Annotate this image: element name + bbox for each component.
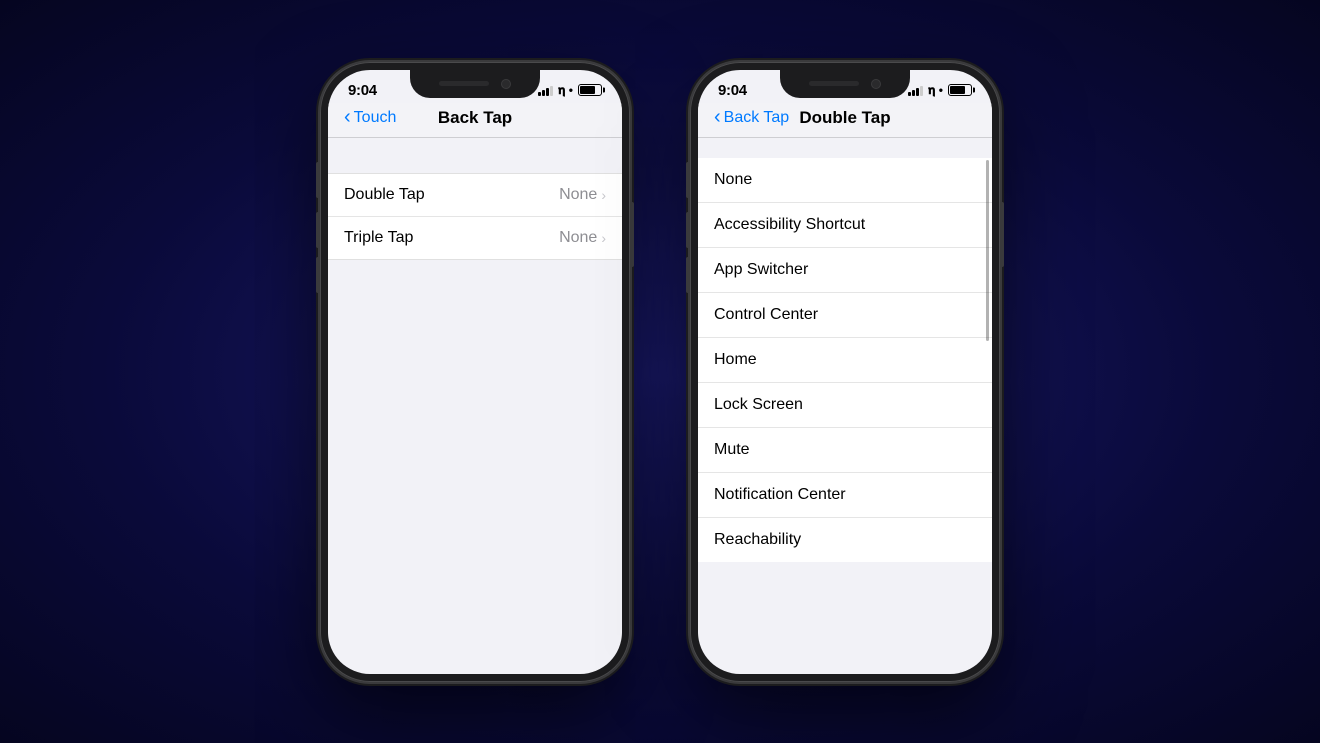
status-icons-2: 𝛈 • — [908, 83, 972, 98]
nav-bar-1: ‹ Touch Back Tap — [328, 103, 622, 138]
phone-2: 9:04 𝛈 • ‹ Back Tap Double Tap — [690, 62, 1000, 682]
double-tap-value: None › — [559, 186, 606, 204]
triple-tap-label: Triple Tap — [344, 229, 413, 247]
triple-tap-value-text: None — [559, 229, 597, 247]
triple-tap-value: None › — [559, 229, 606, 247]
phone-1: 9:04 𝛈 • ‹ Touch Back Tap — [320, 62, 630, 682]
signal-bar-7 — [916, 88, 919, 96]
nav-title-1: Back Tap — [438, 108, 512, 128]
notch-1 — [410, 70, 540, 98]
signal-bar-4 — [550, 86, 553, 96]
speaker-2 — [809, 81, 859, 86]
option-mute-label: Mute — [714, 441, 750, 459]
battery-icon-2 — [948, 84, 972, 96]
battery-fill-1 — [580, 86, 595, 94]
option-lock-screen-label: Lock Screen — [714, 396, 803, 414]
signal-bars-2 — [908, 85, 923, 96]
signal-bar-3 — [546, 88, 549, 96]
option-home-label: Home — [714, 351, 757, 369]
double-tap-value-text: None — [559, 186, 597, 204]
option-control-center[interactable]: Control Center — [698, 293, 992, 338]
double-tap-label: Double Tap — [344, 186, 425, 204]
wifi-icon-2: 𝛈 • — [928, 83, 943, 98]
signal-bars-1 — [538, 85, 553, 96]
camera-1 — [501, 79, 511, 89]
signal-bar-2 — [542, 90, 545, 96]
option-notification-center[interactable]: Notification Center — [698, 473, 992, 518]
option-lock-screen[interactable]: Lock Screen — [698, 383, 992, 428]
triple-tap-chevron: › — [601, 230, 606, 246]
notch-2 — [780, 70, 910, 98]
signal-bar-1 — [538, 92, 541, 96]
signal-bar-5 — [908, 92, 911, 96]
option-accessibility-shortcut[interactable]: Accessibility Shortcut — [698, 203, 992, 248]
wifi-icon-1: 𝛈 • — [558, 83, 573, 98]
option-notification-center-label: Notification Center — [714, 486, 846, 504]
phone-1-screen: 9:04 𝛈 • ‹ Touch Back Tap — [328, 70, 622, 674]
option-accessibility-shortcut-label: Accessibility Shortcut — [714, 216, 865, 234]
nav-title-2: Double Tap — [799, 108, 890, 128]
phone-2-screen: 9:04 𝛈 • ‹ Back Tap Double Tap — [698, 70, 992, 674]
back-label-2[interactable]: Back Tap — [724, 109, 790, 127]
option-mute[interactable]: Mute — [698, 428, 992, 473]
option-control-center-label: Control Center — [714, 306, 818, 324]
back-label-1[interactable]: Touch — [354, 109, 397, 127]
double-tap-chevron: › — [601, 187, 606, 203]
option-app-switcher[interactable]: App Switcher — [698, 248, 992, 293]
status-time-2: 9:04 — [718, 82, 747, 99]
option-none-label: None — [714, 171, 752, 189]
camera-2 — [871, 79, 881, 89]
option-home[interactable]: Home — [698, 338, 992, 383]
back-chevron-1: ‹ — [344, 106, 351, 129]
option-reachability-label: Reachability — [714, 531, 801, 549]
scrollbar-2[interactable] — [986, 160, 989, 341]
option-none[interactable]: None — [698, 158, 992, 203]
signal-bar-6 — [912, 90, 915, 96]
battery-fill-2 — [950, 86, 965, 94]
triple-tap-item[interactable]: Triple Tap None › — [328, 217, 622, 259]
nav-bar-2: ‹ Back Tap Double Tap — [698, 103, 992, 138]
double-tap-item[interactable]: Double Tap None › — [328, 174, 622, 217]
back-chevron-2: ‹ — [714, 106, 721, 129]
options-list: None Accessibility Shortcut App Switcher… — [698, 158, 992, 562]
battery-icon-1 — [578, 84, 602, 96]
status-icons-1: 𝛈 • — [538, 83, 602, 98]
signal-bar-8 — [920, 86, 923, 96]
speaker-1 — [439, 81, 489, 86]
status-time-1: 9:04 — [348, 82, 377, 99]
settings-list-1: Double Tap None › Triple Tap None › — [328, 173, 622, 260]
option-reachability[interactable]: Reachability — [698, 518, 992, 562]
option-app-switcher-label: App Switcher — [714, 261, 808, 279]
